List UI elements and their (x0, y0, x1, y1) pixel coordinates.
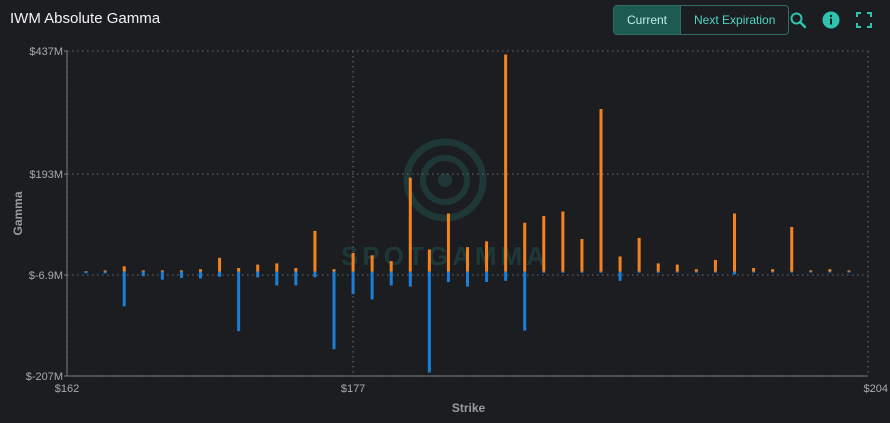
negative-gamma-bar[interactable] (828, 271, 832, 273)
negative-gamma-bar[interactable] (103, 271, 107, 274)
negative-gamma-bar[interactable] (847, 271, 851, 273)
positive-gamma-bar[interactable] (771, 269, 775, 272)
positive-gamma-bar[interactable] (523, 222, 527, 272)
negative-gamma-bar[interactable] (313, 271, 317, 278)
positive-gamma-bar[interactable] (618, 256, 622, 272)
positive-gamma-bar[interactable] (656, 263, 660, 272)
positive-gamma-bar[interactable] (809, 270, 813, 272)
negative-gamma-bar[interactable] (84, 271, 88, 274)
positive-gamma-bar[interactable] (275, 263, 279, 272)
negative-gamma-bar[interactable] (141, 271, 145, 277)
negative-gamma-bar[interactable] (370, 271, 374, 300)
y-tick-label: $193M (29, 169, 63, 181)
positive-gamma-bar[interactable] (103, 270, 107, 272)
x-tick-label: $204 (864, 383, 888, 395)
negative-gamma-bar[interactable] (485, 271, 489, 282)
positive-gamma-bar[interactable] (637, 237, 641, 272)
positive-gamma-bar[interactable] (351, 252, 355, 272)
y-tick-label: $-6.9M (29, 270, 63, 282)
positive-gamma-bar[interactable] (694, 269, 698, 272)
negative-gamma-bar[interactable] (275, 271, 279, 286)
negative-gamma-bar[interactable] (408, 271, 412, 287)
positive-gamma-bar[interactable] (580, 239, 584, 272)
positive-gamma-bar[interactable] (752, 268, 756, 272)
positive-gamma-bar[interactable] (160, 270, 164, 272)
negative-gamma-bar[interactable] (580, 271, 584, 273)
negative-gamma-bar[interactable] (332, 271, 336, 350)
watermark-logo: SPOTGAMMA (341, 138, 545, 271)
negative-gamma-bar[interactable] (179, 271, 183, 278)
negative-gamma-bar[interactable] (446, 271, 450, 282)
negative-gamma-bar[interactable] (256, 271, 260, 278)
positive-gamma-bar[interactable] (141, 270, 145, 272)
negative-gamma-bar[interactable] (599, 271, 603, 273)
y-tick-label: $-207M (26, 371, 63, 383)
positive-gamma-bar[interactable] (389, 261, 393, 272)
negative-gamma-bar[interactable] (199, 271, 202, 279)
negative-gamma-bar[interactable] (752, 271, 756, 273)
positive-gamma-bar[interactable] (427, 249, 431, 272)
negative-gamma-bar[interactable] (637, 271, 641, 273)
negative-gamma-bar[interactable] (733, 271, 736, 275)
positive-gamma-bar[interactable] (847, 270, 851, 272)
negative-gamma-bar[interactable] (790, 271, 794, 273)
negative-gamma-bar[interactable] (656, 271, 660, 273)
negative-gamma-bar[interactable] (618, 271, 622, 281)
positive-gamma-bar[interactable] (218, 257, 222, 272)
negative-gamma-bar[interactable] (237, 271, 241, 332)
positive-gamma-bar[interactable] (599, 109, 603, 272)
positive-gamma-bar[interactable] (561, 211, 565, 272)
negative-gamma-bar[interactable] (218, 271, 222, 277)
negative-gamma-bar[interactable] (294, 271, 298, 286)
negative-gamma-bar[interactable] (351, 271, 355, 295)
gamma-chart: SPOTGAMMA $437M $193M $-6.9M $-207M$162 $177… (11, 46, 888, 415)
positive-gamma-bar[interactable] (713, 259, 717, 272)
positive-gamma-bar[interactable] (828, 269, 832, 272)
negative-gamma-bar[interactable] (542, 271, 546, 273)
negative-gamma-bar[interactable] (427, 271, 431, 373)
negative-gamma-bar[interactable] (523, 271, 527, 331)
positive-gamma-bar[interactable] (408, 177, 412, 272)
negative-gamma-bar[interactable] (122, 271, 126, 307)
positive-gamma-bar[interactable] (675, 264, 679, 272)
positive-gamma-bar[interactable] (256, 264, 260, 272)
positive-gamma-bar[interactable] (542, 216, 546, 272)
negative-gamma-bar[interactable] (694, 271, 698, 273)
positive-gamma-bar[interactable] (332, 269, 336, 272)
positive-gamma-bar[interactable] (199, 269, 202, 272)
negative-gamma-bar[interactable] (466, 271, 469, 287)
negative-gamma-bar[interactable] (809, 271, 813, 273)
negative-gamma-bar[interactable] (713, 271, 717, 273)
positive-gamma-bar[interactable] (790, 226, 794, 272)
positive-gamma-bar[interactable] (179, 270, 183, 272)
x-axis-title: Strike (452, 401, 486, 415)
positive-gamma-bar[interactable] (122, 266, 126, 272)
positive-gamma-bar[interactable] (504, 54, 508, 272)
negative-gamma-bar[interactable] (675, 271, 679, 273)
x-tick-label: $177 (341, 383, 365, 395)
negative-gamma-bar[interactable] (389, 271, 393, 286)
negative-gamma-bar[interactable] (504, 271, 508, 281)
positive-gamma-bar[interactable] (237, 268, 241, 272)
positive-gamma-bar[interactable] (733, 213, 736, 272)
positive-gamma-bar[interactable] (313, 230, 317, 272)
negative-gamma-bar[interactable] (160, 271, 164, 280)
negative-gamma-bar[interactable] (771, 271, 775, 273)
positive-gamma-bar[interactable] (446, 213, 450, 272)
negative-gamma-bar[interactable] (561, 271, 565, 273)
y-tick-label: $437M (29, 46, 63, 58)
y-axis-title: Gamma (11, 191, 25, 235)
positive-gamma-bar[interactable] (370, 255, 374, 272)
positive-gamma-bar[interactable] (466, 247, 469, 272)
x-tick-label: $162 (55, 383, 79, 395)
positive-gamma-bar[interactable] (294, 268, 298, 272)
positive-gamma-bar[interactable] (485, 241, 489, 272)
